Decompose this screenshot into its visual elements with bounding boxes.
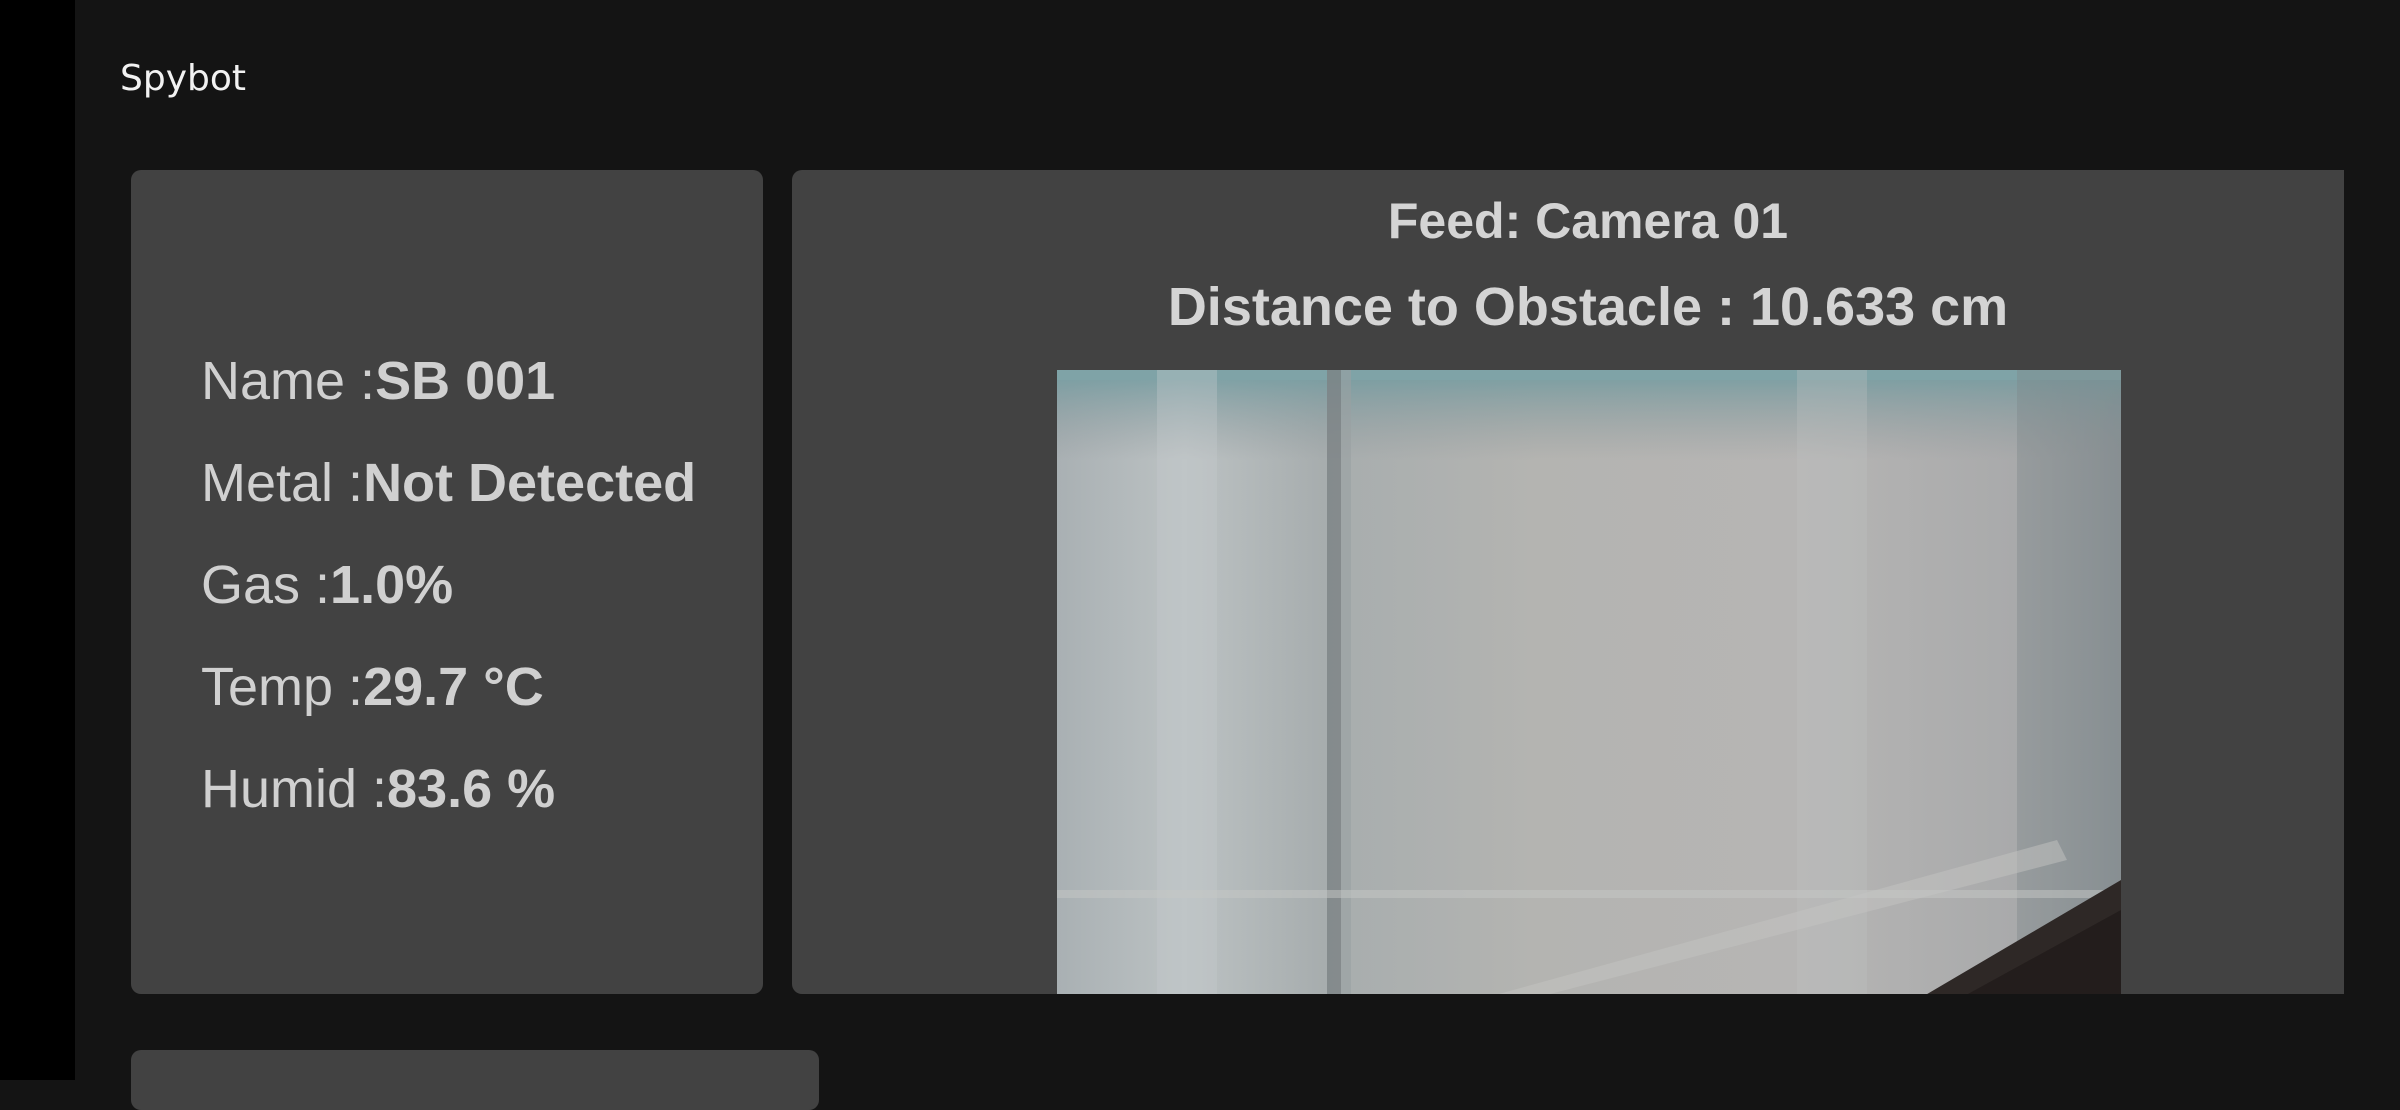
camera-feed-image — [1057, 370, 2121, 994]
info-row-humid: Humid :83.6 % — [201, 738, 696, 840]
camera-feed-card: Feed: Camera 01 Distance to Obstacle : 1… — [792, 170, 2344, 994]
info-row-gas: Gas :1.0% — [201, 534, 696, 636]
temp-value: 29.7 °C — [363, 657, 544, 717]
temp-label: Temp : — [201, 657, 364, 717]
metal-value: Not Detected — [363, 453, 697, 513]
metal-label: Metal : — [201, 453, 364, 513]
app-title: Spybot — [120, 58, 246, 99]
feed-title: Feed: Camera 01 — [1387, 193, 1789, 249]
info-row-metal: Metal :Not Detected — [201, 432, 696, 534]
gas-label: Gas : — [201, 555, 331, 615]
info-row-name: Name :SB 001 — [201, 330, 696, 432]
app-bar: Spybot — [75, 0, 2400, 160]
distance-readout: Distance to Obstacle : 10.633 cm — [1167, 277, 2009, 337]
name-label: Name : — [201, 351, 376, 411]
left-edge-strip — [0, 0, 75, 1080]
name-value: SB 001 — [375, 351, 556, 411]
sensor-info-list: Name :SB 001 Metal :Not Detected Gas :1.… — [201, 330, 696, 840]
sensor-info-card: Name :SB 001 Metal :Not Detected Gas :1.… — [131, 170, 763, 994]
info-row-temp: Temp :29.7 °C — [201, 636, 696, 738]
gas-value: 1.0% — [330, 555, 454, 615]
bottom-card — [131, 1050, 819, 1110]
camera-feed-scene — [1057, 370, 2121, 994]
humid-label: Humid : — [201, 759, 388, 819]
humid-value: 83.6 % — [387, 759, 556, 819]
